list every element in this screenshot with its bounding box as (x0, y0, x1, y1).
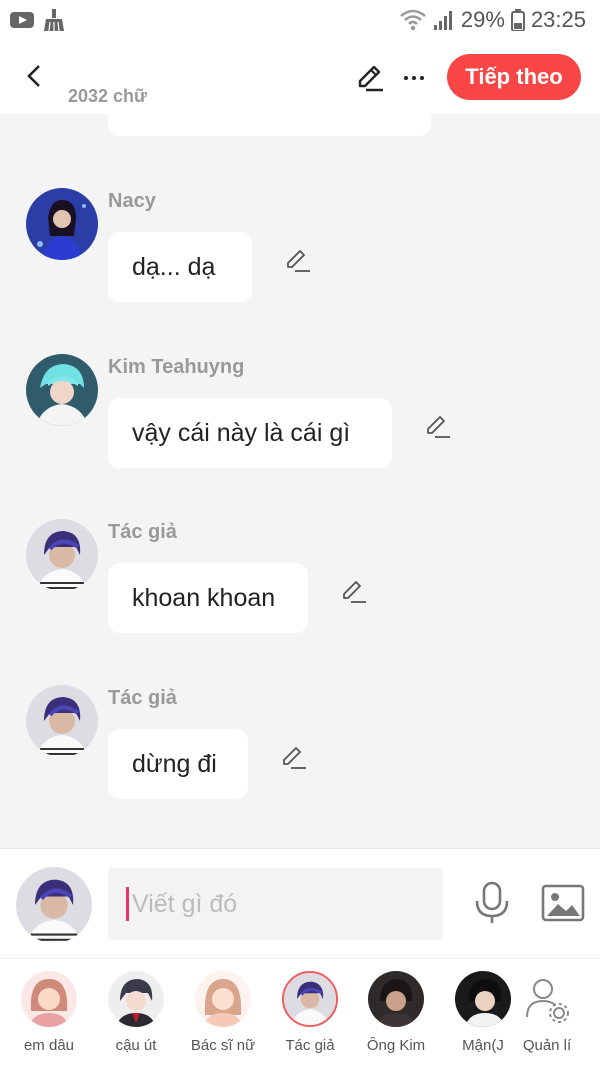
more-icon-dot (412, 76, 416, 80)
pencil-icon[interactable] (280, 743, 308, 771)
word-count: 2032 chữ (68, 86, 148, 106)
composer-bar: Viết gì đó (0, 848, 600, 958)
message-bubble[interactable]: vậy cái này là cái gì (108, 398, 392, 468)
image-icon[interactable] (541, 883, 585, 923)
sender-name: Tác giả (108, 521, 177, 543)
message-bubble[interactable]: dạ... dạ (108, 232, 252, 302)
character-avatar (455, 971, 511, 1027)
wifi-icon (400, 9, 426, 31)
author-avatar[interactable] (26, 685, 98, 757)
status-bar: 29% 23:25 (0, 0, 600, 40)
top-bar: 2032 chữ Tiếp theo (0, 40, 600, 114)
character-cau-ut[interactable]: cậu út (93, 971, 179, 1061)
message-bubble[interactable]: khoan khoan (108, 563, 308, 633)
broom-icon (44, 9, 64, 32)
more-icon (404, 76, 408, 80)
character-quan-li[interactable]: Quản lí (504, 971, 590, 1061)
battery-icon (510, 9, 525, 31)
message-row: Kim Teahuyng vậy cái này là cái gì (0, 354, 600, 474)
battery-percent: 29% (460, 7, 505, 32)
character-ong-kim[interactable]: Ông Kim (353, 971, 439, 1061)
current-speaker-avatar[interactable] (16, 867, 92, 943)
pencil-icon[interactable] (424, 412, 452, 440)
chat-area[interactable]: Nacy dạ... dạ Kim Teahuyng vậy cái này l… (0, 114, 600, 848)
character-tac-gia[interactable]: Tác giả (267, 971, 353, 1061)
status-left (10, 8, 66, 32)
message-row: Nacy dạ... dạ (0, 188, 600, 308)
character-avatar (21, 971, 77, 1027)
message-input[interactable]: Viết gì đó (108, 868, 443, 940)
status-right: 29% 23:25 (399, 7, 586, 33)
character-bar: em dâu cậu út Bác sĩ nữ Tác giả Ông Kim … (0, 958, 600, 1067)
author-avatar[interactable] (26, 519, 98, 591)
message-row: Tác giả dừng đi (0, 685, 600, 805)
sender-name: Tác giả (108, 687, 177, 709)
pencil-icon[interactable] (340, 577, 368, 605)
signal-icon (433, 11, 452, 30)
clock: 23:25 (530, 7, 586, 32)
text-caret (126, 887, 129, 921)
character-em-dau[interactable]: em dâu (6, 971, 92, 1061)
more-button[interactable] (398, 62, 430, 94)
pencil-icon (358, 65, 383, 92)
pencil-icon[interactable] (284, 246, 312, 274)
edit-button[interactable] (354, 62, 386, 94)
character-label: Quản lí (522, 1037, 572, 1054)
character-avatar (368, 971, 424, 1027)
message-bubble[interactable]: dừng đi (108, 729, 248, 799)
character-avatar (195, 971, 251, 1027)
youtube-icon (10, 12, 34, 28)
sender-name: Nacy (108, 190, 156, 212)
sender-name: Kim Teahuyng (108, 356, 245, 378)
character-avatar (282, 971, 338, 1027)
kim-teahuyng-avatar[interactable] (26, 354, 98, 426)
microphone-icon[interactable] (472, 881, 512, 925)
manage-characters-icon (519, 971, 575, 1027)
character-bac-si-nu[interactable]: Bác sĩ nữ (180, 971, 266, 1061)
more-icon-dot (420, 76, 424, 80)
character-avatar (108, 971, 164, 1027)
message-row: Tác giả khoan khoan (0, 519, 600, 639)
back-button[interactable] (18, 60, 50, 92)
previous-message-bubble[interactable] (108, 114, 431, 136)
next-button[interactable]: Tiếp theo (447, 54, 581, 100)
input-placeholder: Viết gì đó (132, 889, 238, 918)
back-icon (27, 65, 40, 87)
nacy-avatar[interactable] (26, 188, 98, 260)
